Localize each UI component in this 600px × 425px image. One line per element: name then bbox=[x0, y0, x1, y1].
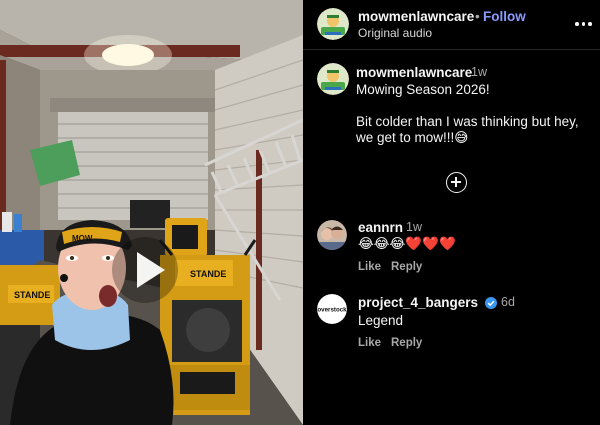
author-avatar-image bbox=[317, 8, 349, 40]
separator-dot: • bbox=[475, 9, 480, 24]
comment-text: 😂😂😂❤️❤️❤️ bbox=[358, 236, 456, 251]
caption-line: we get to mow!!!😅 bbox=[356, 130, 469, 145]
follow-button[interactable]: Follow bbox=[483, 9, 526, 24]
commenter-avatar[interactable] bbox=[317, 220, 347, 250]
audio-link[interactable]: Original audio bbox=[358, 26, 432, 40]
caption-avatar[interactable] bbox=[317, 63, 349, 95]
cap-logo: MOW bbox=[72, 234, 93, 243]
caption-avatar-image bbox=[317, 63, 349, 95]
comment-time[interactable]: 1w bbox=[406, 220, 422, 234]
like-button[interactable]: Like bbox=[358, 261, 381, 273]
comment-username[interactable]: eannrn bbox=[358, 220, 403, 235]
like-button[interactable]: Like bbox=[358, 337, 381, 349]
avatar-logo-text: overstock bbox=[317, 307, 347, 314]
commenter-avatar-image bbox=[317, 220, 347, 250]
author-avatar[interactable] bbox=[317, 8, 349, 40]
comment-text: Legend bbox=[358, 313, 404, 328]
verified-badge-icon bbox=[485, 297, 497, 309]
play-icon[interactable] bbox=[112, 237, 178, 303]
video-frame: STANDE STANDE MOW bbox=[0, 0, 303, 425]
reel-video[interactable]: STANDE STANDE MOW bbox=[0, 0, 303, 425]
author-username[interactable]: mowmenlawncare bbox=[358, 9, 474, 24]
caption-username[interactable]: mowmenlawncare bbox=[356, 65, 472, 80]
caption-line: Bit colder than I was thinking but hey, bbox=[356, 114, 579, 129]
post-header: mowmenlawncare • Follow Original audio bbox=[303, 0, 600, 50]
load-more-comments-icon[interactable] bbox=[446, 172, 467, 193]
mower-brand-right: STANDE bbox=[190, 269, 226, 279]
mower-brand-left: STANDE bbox=[14, 290, 50, 300]
comments-panel: mowmenlawncare • Follow Original audio m… bbox=[303, 0, 600, 425]
comment-username[interactable]: project_4_bangers bbox=[358, 295, 478, 310]
more-options-icon[interactable] bbox=[574, 14, 592, 32]
reply-button[interactable]: Reply bbox=[391, 261, 422, 273]
caption-time[interactable]: 1w bbox=[471, 65, 487, 79]
comment-time[interactable]: 6d bbox=[501, 295, 515, 309]
caption-line: Mowing Season 2026! bbox=[356, 82, 490, 97]
commenter-avatar[interactable]: overstock bbox=[317, 294, 347, 324]
reply-button[interactable]: Reply bbox=[391, 337, 422, 349]
commenter-avatar-image: overstock bbox=[317, 294, 347, 324]
